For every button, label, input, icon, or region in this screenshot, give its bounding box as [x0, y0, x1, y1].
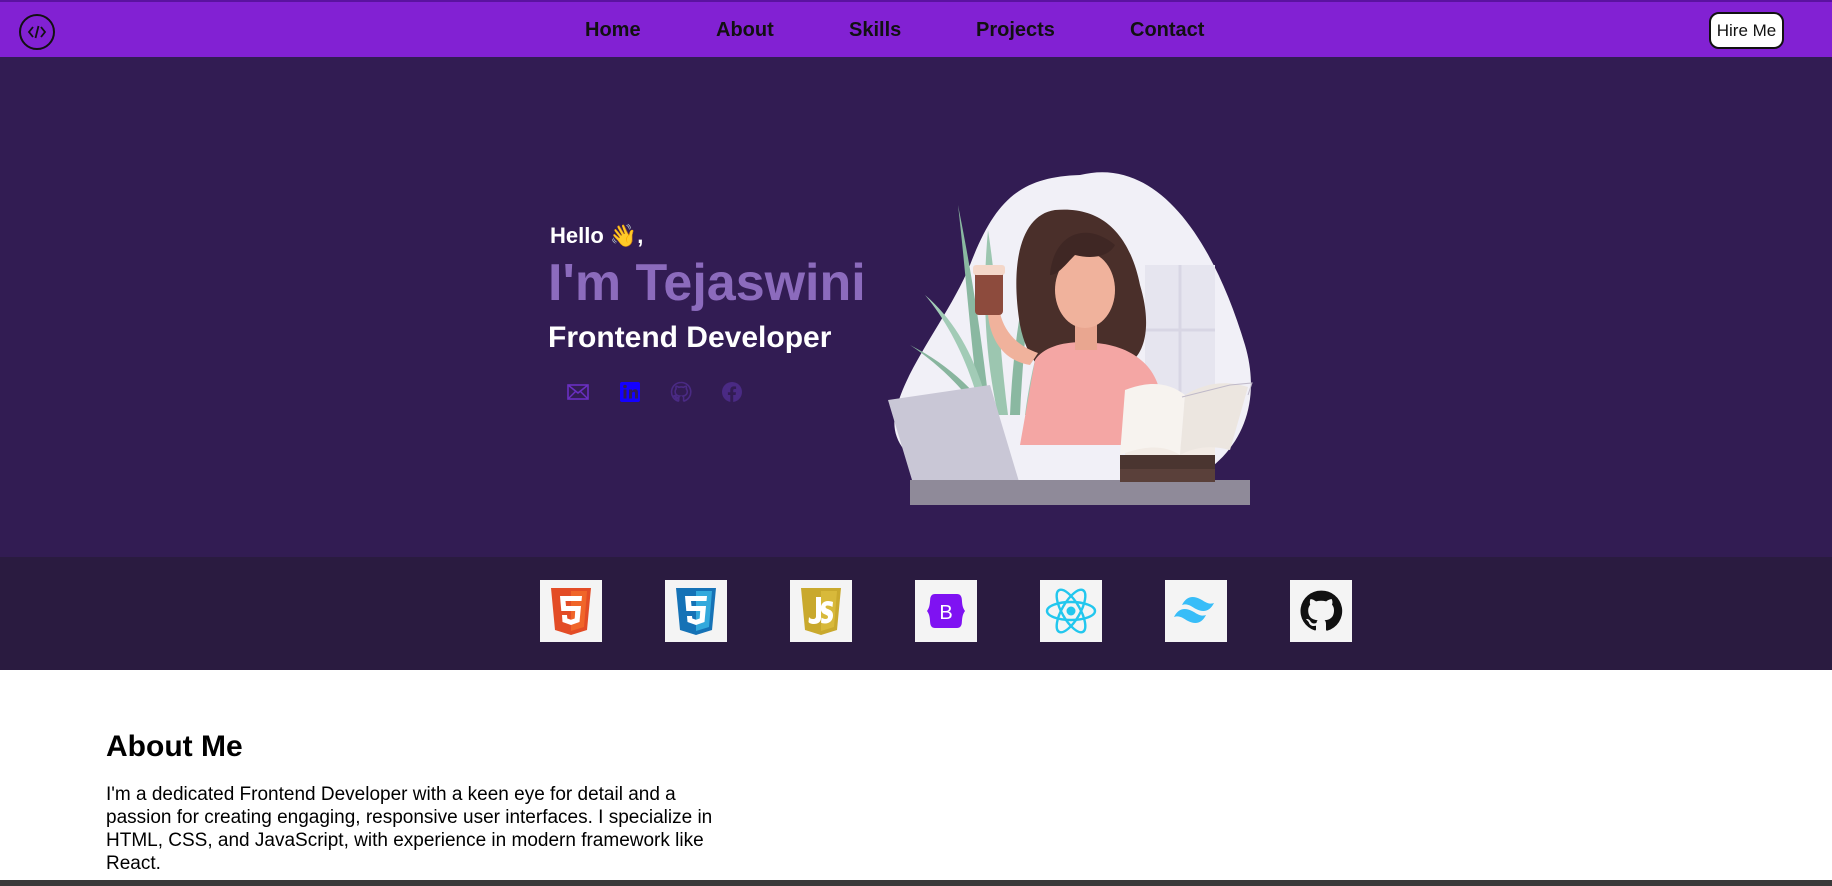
navbar: Home About Skills Projects Contact Hire …	[0, 0, 1832, 57]
tailwind-icon	[1165, 580, 1227, 642]
svg-text:B: B	[939, 602, 952, 624]
nav-links: Home About Skills Projects Contact	[0, 2, 1832, 57]
react-icon	[1040, 580, 1102, 642]
about-title: About Me	[106, 730, 243, 763]
javascript-icon	[790, 580, 852, 642]
github-icon[interactable]	[669, 380, 693, 404]
hero-role: Frontend Developer	[548, 321, 832, 354]
hero-section: Hello 👋, I'm Tejaswini Frontend Develope…	[0, 57, 1832, 557]
about-text: I'm a dedicated Frontend Developer with …	[106, 784, 713, 874]
nav-link-contact[interactable]: Contact	[1130, 19, 1204, 42]
bottom-bar	[0, 880, 1832, 886]
nav-link-projects[interactable]: Projects	[976, 19, 1055, 42]
linkedin-icon[interactable]	[618, 380, 642, 404]
hero-illustration	[870, 115, 1270, 510]
facebook-icon[interactable]	[720, 380, 744, 404]
mail-icon[interactable]	[566, 380, 590, 404]
bootstrap-icon: B	[915, 580, 977, 642]
hero-name: I'm Tejaswini	[548, 254, 866, 312]
github-icon	[1290, 580, 1352, 642]
hero-greeting: Hello 👋,	[550, 223, 644, 248]
nav-link-home[interactable]: Home	[585, 19, 641, 42]
skills-strip: B	[0, 557, 1832, 670]
nav-link-about[interactable]: About	[716, 19, 774, 42]
nav-link-skills[interactable]: Skills	[849, 19, 901, 42]
html5-icon	[540, 580, 602, 642]
css3-icon	[665, 580, 727, 642]
hire-me-button[interactable]: Hire Me	[1709, 12, 1784, 49]
